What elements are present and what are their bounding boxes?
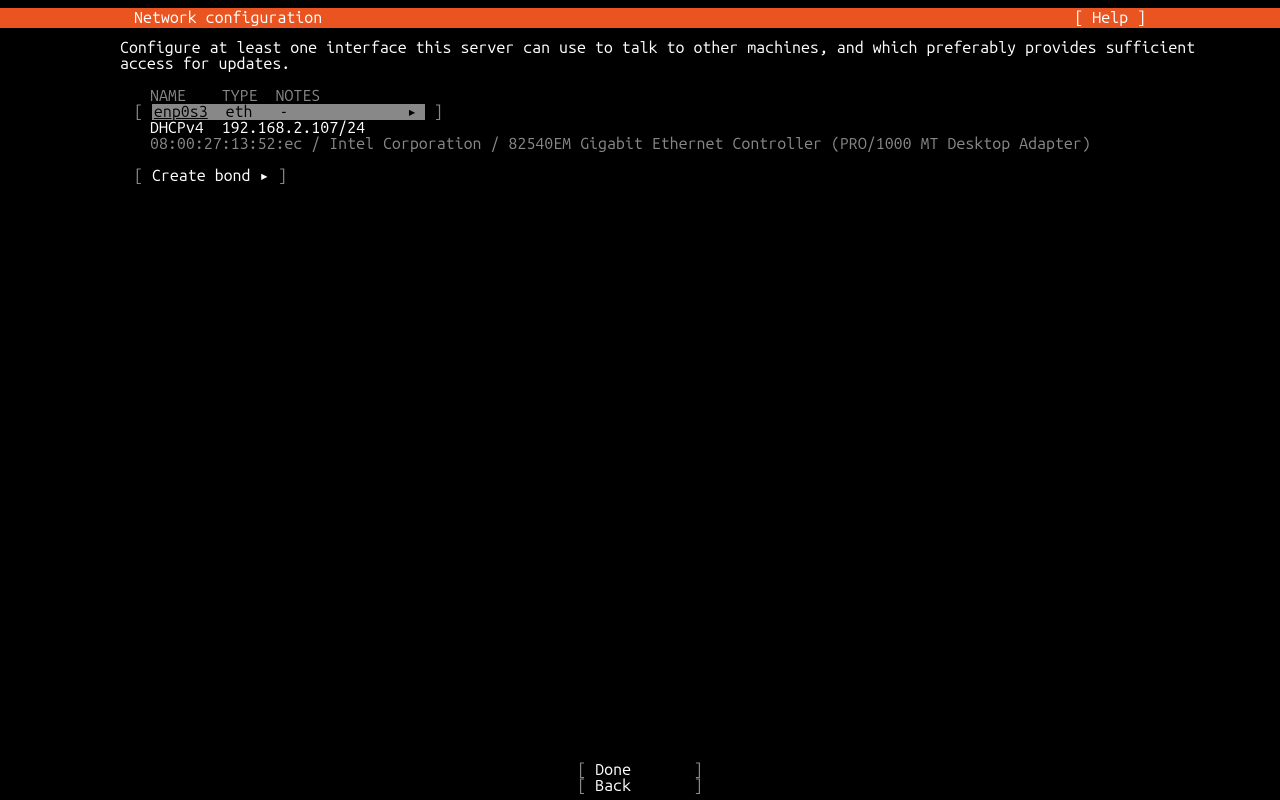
bracket-right: ] (425, 104, 443, 120)
create-bond-row[interactable]: [ Create bond ▸ ] (120, 168, 1280, 184)
page-title: Network configuration (0, 10, 322, 26)
table-header-row: NAME TYPE NOTES (120, 88, 1280, 104)
interface-table: NAME TYPE NOTES [ enp0s3 eth - ▸ ] DHCPv4… (120, 88, 1280, 152)
main-content: Configure at least one interface this se… (0, 28, 1280, 184)
bracket-left: [ (134, 104, 152, 120)
back-button[interactable]: [ Back ] (0, 778, 1280, 794)
interface-type: eth (226, 103, 253, 121)
interface-notes: - (279, 103, 288, 121)
chevron-right-icon: ▸ (407, 104, 417, 120)
interface-name: enp0s3 (154, 103, 208, 121)
done-button[interactable]: [ Done ] (0, 762, 1280, 778)
instruction-text-1: Configure at least one interface this se… (120, 40, 1280, 56)
interface-selected-highlight: enp0s3 eth - ▸ (152, 104, 425, 120)
footer-buttons: [ Done ] [ Back ] (0, 762, 1280, 794)
help-button[interactable]: [ Help ] (1074, 10, 1280, 26)
bracket-left: [ (134, 167, 152, 185)
hardware-info: 08:00:27:13:52:ec / Intel Corporation / … (120, 136, 1280, 152)
header-bar: Network configuration [ Help ] (0, 8, 1280, 28)
top-black-bar (0, 0, 1280, 8)
instruction-text-2: access for updates. (120, 56, 1280, 72)
chevron-right-icon: ▸ (259, 167, 269, 185)
create-bond-label: Create bond (152, 167, 251, 185)
dhcp-row: DHCPv4 192.168.2.107/24 (120, 120, 1280, 136)
interface-row-enp0s3[interactable]: [ enp0s3 eth - ▸ ] (134, 104, 1280, 120)
bracket-right: ] (269, 167, 287, 185)
